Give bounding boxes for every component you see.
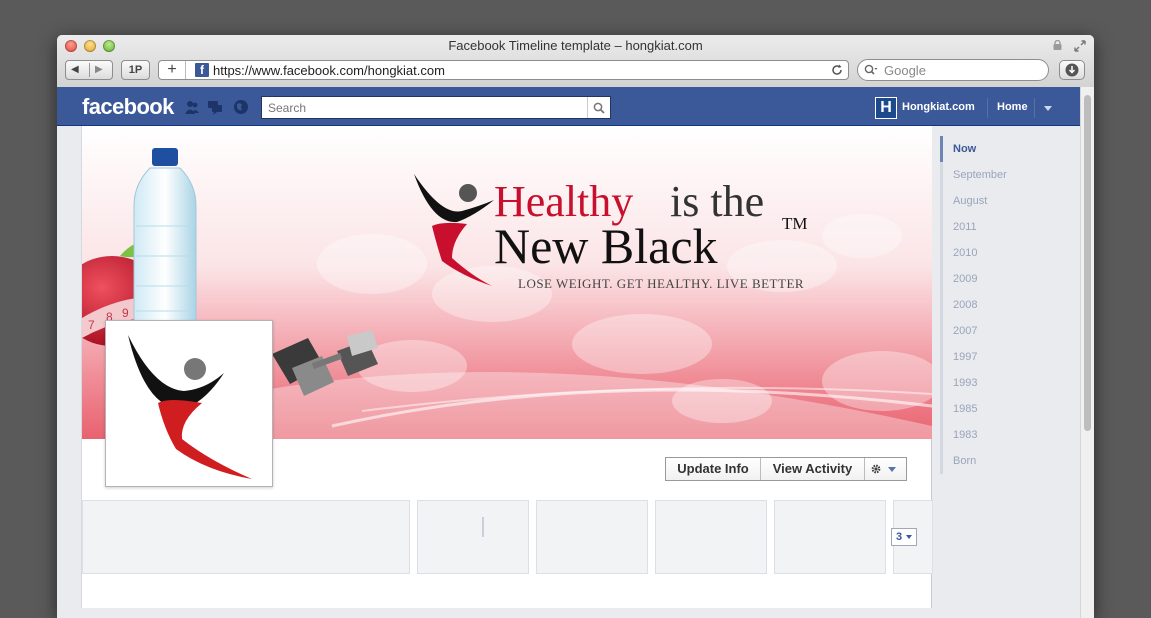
browser-window: Facebook Timeline template – hongkiat.co… (57, 35, 1094, 618)
timeline-spine (482, 517, 484, 537)
more-apps-button[interactable]: 3 (891, 528, 917, 546)
account-menu-caret[interactable] (1044, 106, 1052, 111)
tape-number: 7 (88, 318, 95, 332)
scrubber-item[interactable]: 1993 (940, 370, 1070, 396)
lock-icon (1053, 40, 1062, 50)
scrubber-item[interactable]: 2011 (940, 214, 1070, 240)
browser-search-field[interactable]: Google (857, 59, 1049, 81)
scrubber-item[interactable]: 1983 (940, 422, 1070, 448)
scrollbar-thumb[interactable] (1084, 95, 1091, 431)
more-apps-count: 3 (896, 531, 903, 543)
app-tile[interactable] (82, 500, 410, 574)
app-tile[interactable] (417, 500, 529, 574)
back-forward-buttons: ◀ ▶ (65, 60, 113, 80)
scrollbar[interactable] (1080, 87, 1094, 618)
scrubber-item[interactable]: 2010 (940, 240, 1070, 266)
app-tile[interactable] (774, 500, 886, 574)
divider (1034, 98, 1035, 118)
facebook-favicon-icon: f (195, 63, 209, 77)
headline-new-black: New Black (494, 218, 718, 274)
view-activity-button[interactable]: View Activity (761, 458, 864, 480)
title-bar: Facebook Timeline template – hongkiat.co… (57, 35, 1094, 88)
facebook-search-button[interactable] (587, 97, 610, 118)
search-icon (864, 64, 878, 75)
downloads-button[interactable] (1059, 60, 1085, 80)
divider (89, 63, 90, 77)
scrubber-item[interactable]: Born (940, 448, 1070, 474)
tape-number: 9 (122, 306, 129, 320)
scrubber-item[interactable]: 1985 (940, 396, 1070, 422)
trademark-mark: TM (782, 214, 808, 233)
home-link[interactable]: Home (997, 101, 1028, 113)
onepassword-button[interactable]: 1P (121, 60, 150, 80)
divider (864, 458, 865, 480)
cover-tagline: LOSE WEIGHT. GET HEALTHY. LIVE BETTER (518, 276, 804, 291)
facebook-header-bar: facebook Search H Hongkiat.com Home (57, 87, 1080, 126)
app-tile[interactable] (655, 500, 767, 574)
chevron-down-icon[interactable] (888, 467, 896, 472)
gear-icon[interactable] (870, 463, 882, 475)
timeline-scrubber: Now September August 2011 2010 2009 2008 2007 19… (940, 136, 1070, 474)
scrubber-item[interactable]: 2007 (940, 318, 1070, 344)
scrubber-item[interactable]: 2008 (940, 292, 1070, 318)
url-text[interactable]: https://www.facebook.com/hongkiat.com (213, 63, 445, 78)
timeline-main: 7 8 9 10 (81, 126, 933, 608)
forward-button[interactable]: ▶ (95, 61, 103, 79)
app-tile[interactable] (536, 500, 648, 574)
friend-requests-icon[interactable] (184, 99, 200, 115)
chevron-down-icon (906, 535, 912, 539)
profile-action-bar: Update Info View Activity (665, 457, 907, 481)
divider (987, 98, 988, 118)
messages-icon[interactable] (207, 99, 223, 115)
profile-picture[interactable] (105, 320, 273, 487)
download-icon (1065, 63, 1079, 77)
update-info-button[interactable]: Update Info (666, 458, 760, 480)
scrubber-item[interactable]: 2009 (940, 266, 1070, 292)
scrubber-item[interactable]: September (940, 162, 1070, 188)
back-button[interactable]: ◀ (71, 61, 79, 79)
facebook-search-input[interactable]: Search (261, 96, 611, 119)
add-bookmark-button[interactable]: + (159, 61, 186, 79)
reload-icon[interactable] (831, 64, 843, 76)
scrubber-item[interactable]: August (940, 188, 1070, 214)
url-bar[interactable]: + f https://www.facebook.com/hongkiat.co… (158, 60, 849, 80)
search-icon (593, 102, 605, 114)
scrubber-item[interactable]: 1997 (940, 344, 1070, 370)
scrubber-item[interactable]: Now (940, 136, 1070, 162)
profile-logo-image (106, 321, 272, 486)
facebook-search-placeholder: Search (268, 101, 307, 115)
page-name-link[interactable]: Hongkiat.com (902, 101, 975, 113)
facebook-logo[interactable]: facebook (82, 94, 174, 120)
notifications-globe-icon[interactable] (233, 99, 249, 115)
window-title: Facebook Timeline template – hongkiat.co… (448, 38, 703, 53)
search-placeholder: Google (884, 63, 926, 78)
page-avatar[interactable]: H (875, 97, 897, 119)
fullscreen-icon[interactable] (1073, 39, 1087, 53)
